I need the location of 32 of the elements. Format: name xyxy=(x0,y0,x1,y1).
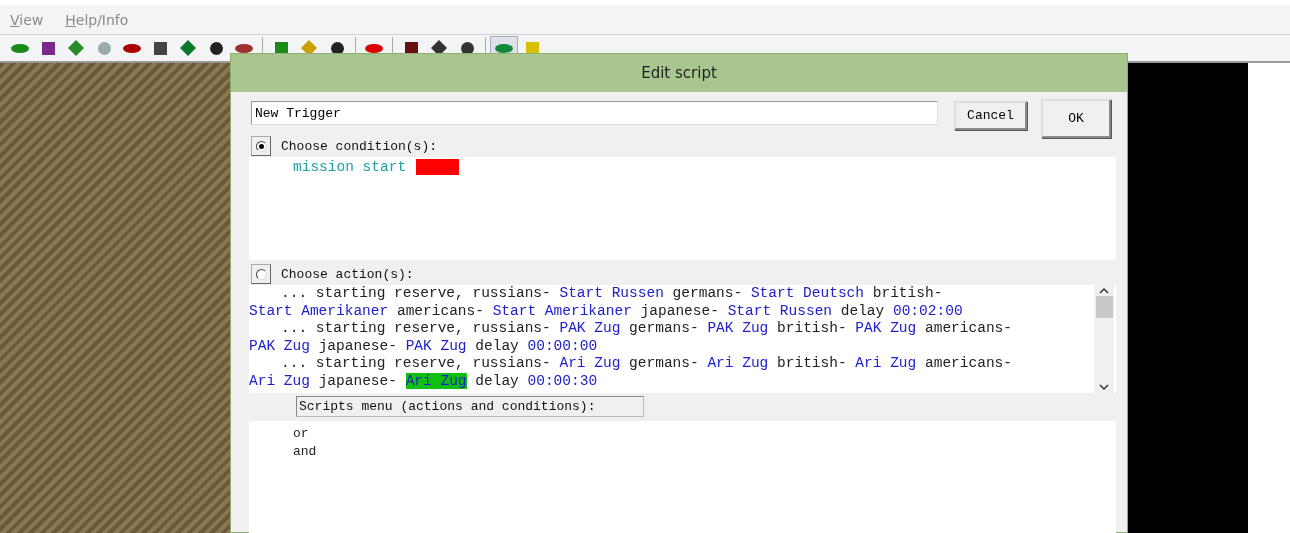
name-field[interactable]: New Trigger xyxy=(251,101,938,125)
radio-button[interactable] xyxy=(255,140,267,152)
action-item[interactable]: ... starting reserve, russians- Ari Zug germans- Ari Zug british- Ari Zug americans- Ari Zug japanese- Ari Zug delay 00:00:30 xyxy=(249,355,1039,390)
toolbar-tool-icon xyxy=(68,40,84,56)
section-label: Choose action(s): xyxy=(281,266,414,282)
toolbar-tool-icon xyxy=(460,41,474,55)
cancel-button[interactable]: Cancel xyxy=(954,101,1027,130)
scroll-up-icon[interactable] xyxy=(1099,287,1109,294)
toolbar-tool-icon xyxy=(495,43,513,53)
ok-button[interactable]: OK xyxy=(1041,99,1111,138)
toolbar-tool-icon xyxy=(153,41,167,55)
toolbar-tool-icon xyxy=(123,43,141,53)
scroll-thumb[interactable] xyxy=(1095,296,1113,318)
toolbar-tool-icon xyxy=(301,40,317,56)
toolbar-tool-icon xyxy=(431,40,447,56)
script-menu-item[interactable]: and xyxy=(249,442,1116,460)
action-item[interactable]: ... starting reserve, russians- Start Russen germans- Start Deutsch british- Start Amerikaner americans- Start Amerikaner japanese- Start Russen delay 00:02:00 xyxy=(249,285,1039,320)
scripts-menu-label: Scripts menu (actions and conditions): xyxy=(296,396,644,417)
toolbar-tool-icon xyxy=(330,41,344,55)
toolbar-tool-icon xyxy=(365,43,383,53)
section-label: Choose condition(s): xyxy=(281,138,438,154)
toolbar-tool-icon xyxy=(180,40,196,56)
script-menu-item[interactable]: or xyxy=(249,425,1116,443)
dialog-title: Edit script xyxy=(231,54,1127,92)
toolbar-tool-icon xyxy=(209,41,223,55)
toolbar-tool-icon xyxy=(235,43,253,53)
scroll-down-icon[interactable] xyxy=(1099,384,1109,391)
toolbar-tool-icon xyxy=(41,41,55,55)
toolbar-tool-icon xyxy=(97,41,111,55)
action-item[interactable]: ... starting reserve, russians- PAK Zug germans- PAK Zug british- PAK Zug americans- PAK Zug japanese- PAK Zug delay 00:00:00 xyxy=(249,320,1039,355)
toolbar-tool-icon xyxy=(11,43,29,53)
radio-button[interactable] xyxy=(255,268,267,280)
